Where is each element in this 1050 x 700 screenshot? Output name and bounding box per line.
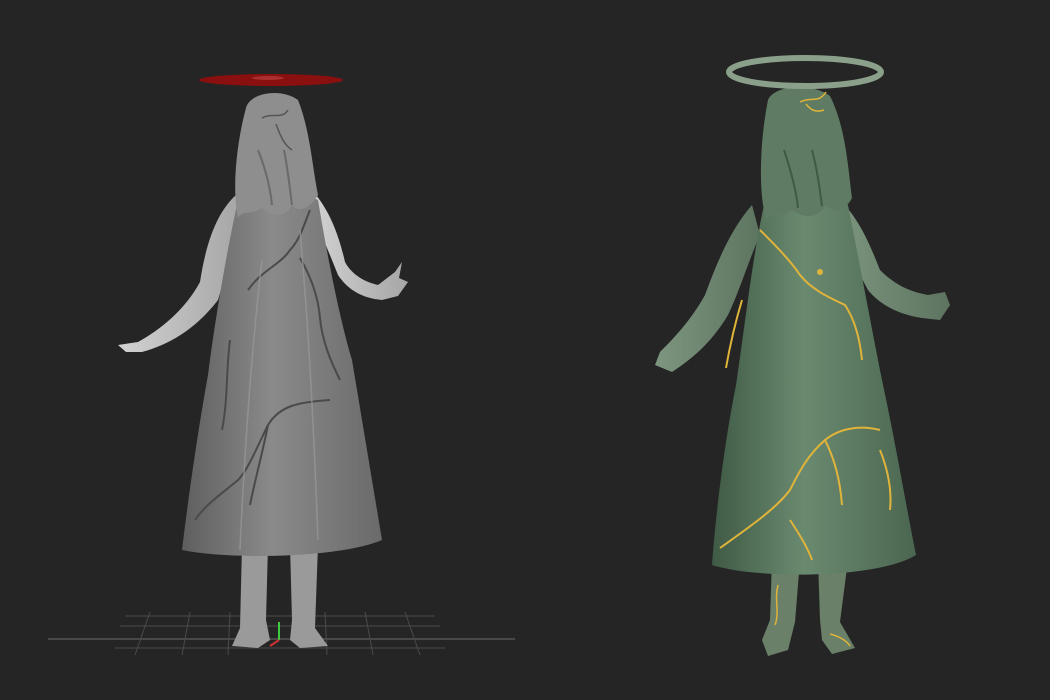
right-leg — [290, 545, 328, 648]
gold-dot — [817, 269, 823, 275]
veil — [760, 86, 852, 220]
halo-red-inner — [252, 76, 284, 80]
halo-ring-inner — [773, 66, 837, 78]
textured-render-panel — [655, 55, 950, 656]
left-leg — [232, 545, 270, 648]
right-leg — [818, 560, 855, 654]
sculpt-view-panel — [48, 74, 515, 656]
render-canvas — [0, 0, 1050, 700]
floor-grid — [48, 611, 515, 656]
veil — [235, 93, 318, 218]
halo-red — [199, 74, 343, 86]
